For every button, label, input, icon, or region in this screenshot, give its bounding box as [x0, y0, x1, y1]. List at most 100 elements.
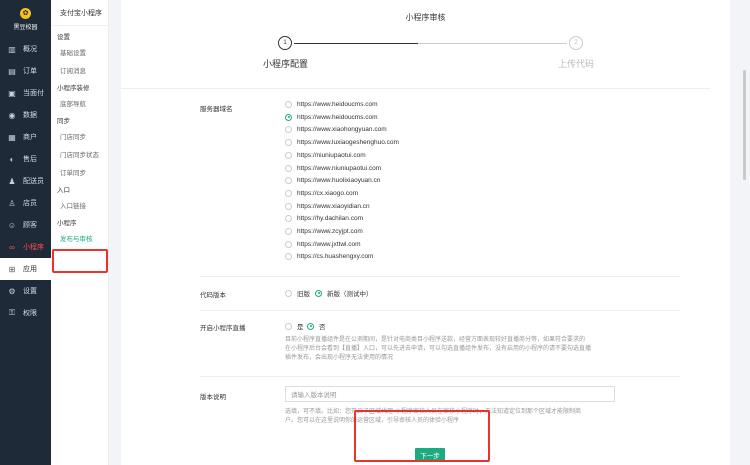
sidebar-item-apps[interactable]: ⊞ 应用	[0, 258, 51, 280]
version-option-old[interactable]: 旧版	[285, 288, 310, 298]
radio-button[interactable]	[285, 126, 292, 134]
subnav-item-bottom-nav[interactable]: 底部导航	[51, 94, 108, 112]
subnav-group-decoration: 小程序装修	[57, 84, 90, 92]
domain-option[interactable]: https://www.jxttwl.com	[285, 240, 361, 248]
live-option-no[interactable]: 否	[307, 321, 326, 331]
gear-icon: ⚙	[8, 286, 16, 296]
subnav-group-entry: 入口	[57, 186, 70, 194]
brand-name: 黑豆校园	[13, 24, 38, 31]
step-line-done	[294, 43, 418, 44]
shop-icon: ▦	[8, 132, 16, 142]
divider	[200, 276, 680, 277]
domain-url: https://www.niuniupaotui.com	[297, 164, 382, 172]
sidebar-item-riders[interactable]: ♟ 配送员	[0, 170, 51, 192]
radio-button[interactable]	[285, 289, 292, 297]
sidebar-item-staff[interactable]: ♙ 店员	[0, 192, 51, 214]
domain-option[interactable]: https://hy.dachilan.com	[285, 215, 363, 223]
sidebar-item-permissions[interactable]: ⚿ 权限	[0, 302, 51, 324]
domain-option[interactable]: https://www.huolixiaoyuan.cn	[285, 177, 381, 185]
radio-button[interactable]	[285, 322, 292, 330]
domain-url: https://cx.xiaogo.com	[297, 189, 359, 197]
subnav-group-miniapp: 小程序	[57, 219, 77, 227]
subnav-title: 支付宝小程序	[51, 0, 108, 26]
radio-button[interactable]	[285, 240, 292, 248]
sidebar-item-data[interactable]: ◉ 数据	[0, 104, 51, 126]
domain-option[interactable]: https://cs.huashengxy.com	[285, 253, 373, 261]
sidebar-item-facepay[interactable]: ▣ 当面付	[0, 82, 51, 104]
domain-option[interactable]: https://www.heidoucms.com	[285, 101, 378, 108]
subnav-item-entry-link[interactable]: 入口链接	[51, 196, 108, 214]
logo-icon: ✿	[20, 7, 31, 19]
live-option-yes[interactable]: 是	[285, 321, 304, 331]
brand-logo[interactable]: ✿ 黑豆校园	[0, 0, 51, 38]
step-1-circle: 1	[278, 36, 292, 50]
apps-icon: ⊞	[8, 264, 16, 274]
scrollbar-thumb[interactable]	[743, 70, 746, 180]
option-label: 新版（测试中）	[327, 291, 373, 298]
sidebar-item-label: 设置	[23, 288, 37, 295]
domain-option[interactable]: https://www.heidoucms.com	[285, 113, 378, 121]
step-line-pending	[418, 43, 567, 44]
subnav-item-store-sync-status[interactable]: 门店同步状态	[51, 145, 108, 163]
subnav-item-basic-settings[interactable]: 基础设置	[51, 43, 108, 61]
subnav-item-subscribe-msg[interactable]: 订阅消息	[51, 61, 108, 79]
divider	[200, 310, 680, 311]
live-hint: 目前小程序直播组件是在公测期间，是针对电商类目小程序送款，经营方面表现较好直播商…	[285, 337, 592, 361]
radio-button[interactable]	[285, 253, 292, 261]
domain-url: https://www.zcyjpt.com	[297, 228, 363, 235]
radio-button[interactable]	[285, 151, 292, 159]
radio-button[interactable]	[285, 101, 292, 108]
miniapp-icon: ∞	[9, 242, 15, 252]
pay-icon: ▣	[8, 88, 16, 98]
desc-label: 版本说明	[200, 394, 226, 401]
sidebar-item-miniapp[interactable]: ∞ 小程序	[0, 236, 51, 258]
radio-button[interactable]	[285, 177, 292, 185]
domain-option[interactable]: https://niuniupaotui.com	[285, 151, 366, 159]
domain-option[interactable]: https://cx.xiaogo.com	[285, 189, 359, 197]
sidebar-item-merchants[interactable]: ▦ 商户	[0, 126, 51, 148]
version-desc-input[interactable]: 请输入版本说明	[285, 386, 615, 402]
order-icon: ▤	[8, 66, 16, 76]
scrollbar-track[interactable]	[730, 0, 750, 465]
radio-button-selected[interactable]	[285, 113, 292, 121]
domain-url: https://www.huolixiaoyuan.cn	[297, 177, 381, 185]
subnav-item-order-sync[interactable]: 订单同步	[51, 163, 108, 181]
sidebar-item-customers[interactable]: ☺ 顾客	[0, 214, 51, 236]
sidebar-item-overview[interactable]: ▥ 概况	[0, 38, 51, 60]
radio-button-selected[interactable]	[315, 289, 322, 297]
sidebar-item-label: 应用	[23, 266, 37, 273]
domain-option[interactable]: https://www.luxiaogeshenghuo.com	[285, 139, 399, 147]
sidebar-item-label: 概况	[23, 46, 37, 53]
primary-sidebar: ✿ 黑豆校园 ▥ 概况 ▤ 订单 ▣ 当面付 ◉ 数据 ▦ 商户 ◐ 售后 ♟ 配送员 ♙ 店员…	[0, 0, 51, 465]
version-option-new[interactable]: 新版（测试中）	[315, 288, 373, 298]
subnav-item-store-sync[interactable]: 门店同步	[51, 127, 108, 145]
domain-option[interactable]: https://www.xiaohongyuan.com	[285, 126, 387, 134]
divider	[121, 88, 710, 89]
sidebar-item-label: 权限	[23, 310, 37, 317]
page-title: 小程序审核	[405, 13, 446, 22]
radio-button[interactable]	[285, 139, 292, 147]
domain-option[interactable]: https://www.zcyjpt.com	[285, 228, 363, 235]
highlight-box-publish	[52, 249, 108, 273]
subnav-item-publish-review[interactable]: 发布与审核	[51, 229, 108, 247]
domain-option[interactable]: https://www.niuniupaotui.com	[285, 164, 382, 172]
sidebar-item-orders[interactable]: ▤ 订单	[0, 60, 51, 82]
sidebar-item-label: 订单	[23, 68, 37, 75]
radio-button-selected[interactable]	[307, 322, 314, 330]
domain-url: https://www.jxttwl.com	[297, 240, 361, 248]
radio-button[interactable]	[285, 202, 292, 210]
domain-option[interactable]: https://www.xiaoyidian.cn	[285, 202, 370, 210]
radio-button[interactable]	[285, 215, 292, 223]
domain-url: https://www.xiaoyidian.cn	[297, 202, 370, 210]
sidebar-item-aftersale[interactable]: ◐ 售后	[0, 148, 51, 170]
radio-button[interactable]	[285, 189, 292, 197]
sidebar-item-label: 配送员	[23, 178, 44, 185]
data-icon: ◉	[8, 110, 16, 120]
sidebar-item-label: 当面付	[23, 90, 44, 97]
step-indicator: 1 2 小程序配置 上传代码	[121, 36, 730, 76]
radio-button[interactable]	[285, 164, 292, 172]
version-label: 代码版本	[200, 292, 226, 299]
radio-button[interactable]	[285, 228, 292, 235]
sidebar-item-settings[interactable]: ⚙ 设置	[0, 280, 51, 302]
sidebar-item-label: 店员	[23, 200, 37, 207]
